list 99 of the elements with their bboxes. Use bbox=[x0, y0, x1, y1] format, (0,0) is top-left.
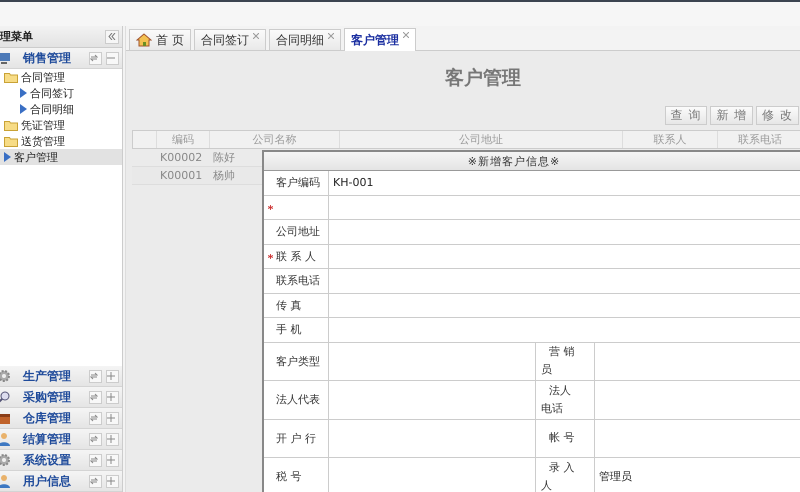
menu-title: 理菜单 bbox=[0, 29, 33, 44]
computer-icon bbox=[0, 52, 11, 64]
panel-title: 采购管理 bbox=[23, 388, 72, 406]
refresh-button[interactable] bbox=[89, 390, 102, 404]
refresh-button[interactable] bbox=[89, 474, 102, 488]
panel-header[interactable]: 采购管理 bbox=[0, 387, 122, 408]
panel-title: 销售管理 bbox=[23, 50, 72, 66]
panel-title: 用户信息 bbox=[23, 472, 72, 490]
column-header: 公司地址 bbox=[340, 131, 623, 148]
plus-icon bbox=[107, 414, 115, 422]
field-label: 客户编码 bbox=[276, 175, 321, 190]
plus-icon bbox=[107, 456, 115, 464]
panel-header[interactable]: 结算管理 bbox=[0, 429, 122, 450]
folder-icon bbox=[4, 72, 18, 82]
column-header: 联系人 bbox=[623, 131, 718, 148]
collapse-sidebar-button[interactable] bbox=[105, 30, 119, 44]
column-header: 编码 bbox=[157, 131, 210, 148]
collapse-button[interactable] bbox=[106, 52, 119, 64]
gear-icon bbox=[0, 369, 11, 383]
expand-button[interactable] bbox=[106, 370, 119, 382]
user-icon bbox=[0, 432, 11, 446]
plus-icon bbox=[107, 435, 115, 443]
close-icon bbox=[252, 33, 259, 39]
panel-header[interactable]: 销售管理 bbox=[0, 48, 122, 69]
tab[interactable]: 合同明细 bbox=[268, 29, 341, 50]
expand-button[interactable] bbox=[106, 454, 119, 466]
expand-button[interactable] bbox=[106, 432, 119, 446]
field-label: 法人电话 bbox=[541, 382, 572, 417]
page-title: 客户管理 bbox=[444, 66, 522, 91]
expand-button[interactable] bbox=[106, 412, 119, 424]
refresh-button[interactable] bbox=[89, 370, 102, 382]
field-label: 法人代表 bbox=[276, 392, 321, 408]
field-label: 客户类型 bbox=[276, 354, 321, 369]
toolbar-button[interactable]: 查 询 bbox=[664, 106, 708, 125]
panel-header[interactable]: 用户信息 bbox=[0, 471, 122, 492]
refresh-icon bbox=[90, 456, 98, 464]
dialog-title: ※新增客户信息※ bbox=[468, 154, 560, 168]
table-cell: K00002 bbox=[160, 151, 202, 164]
field-label: 公司地址 bbox=[276, 224, 321, 240]
input-field[interactable]: 管理员 bbox=[595, 458, 800, 492]
expand-button[interactable] bbox=[106, 390, 119, 404]
triangle-icon bbox=[4, 152, 11, 162]
plus-icon bbox=[107, 477, 115, 485]
expand-button[interactable] bbox=[106, 474, 119, 488]
toolbar-button[interactable]: 修 改 bbox=[756, 106, 799, 125]
panel-title: 系统设置 bbox=[23, 452, 72, 468]
close-icon bbox=[402, 32, 409, 38]
table-cell: 杨帅 bbox=[213, 168, 235, 183]
double-chevron-icon bbox=[108, 33, 116, 40]
table-cell: K00001 bbox=[160, 169, 202, 182]
column-header: 联系电话 bbox=[718, 131, 800, 148]
refresh-icon bbox=[90, 393, 98, 401]
box-icon bbox=[0, 412, 11, 424]
close-icon bbox=[328, 33, 334, 39]
table-cell: 陈好 bbox=[213, 150, 235, 165]
tree-item[interactable]: 凭证管理 bbox=[0, 117, 122, 133]
refresh-icon bbox=[90, 372, 98, 380]
magnifier-icon bbox=[0, 390, 11, 404]
panel-header[interactable]: 生产管理 bbox=[0, 366, 122, 387]
panel-title: 生产管理 bbox=[23, 368, 72, 384]
plus-icon bbox=[107, 393, 115, 401]
field-label: 录 入人 bbox=[541, 460, 576, 492]
refresh-button[interactable] bbox=[89, 52, 102, 64]
field-label: 开 户 行 bbox=[276, 430, 317, 446]
field-label: 营 销员 bbox=[541, 344, 576, 378]
plus-icon bbox=[107, 372, 115, 380]
refresh-icon bbox=[90, 435, 98, 443]
tab[interactable]: 首 页 bbox=[129, 29, 191, 50]
refresh-button[interactable] bbox=[89, 412, 102, 424]
tree-item[interactable]: 合同签订 bbox=[0, 85, 122, 101]
house-icon bbox=[136, 33, 152, 47]
tree-item[interactable]: 客户管理 bbox=[0, 149, 122, 165]
tree-item[interactable]: 合同明细 bbox=[0, 101, 122, 117]
folder-icon bbox=[4, 136, 18, 146]
field-label: 联系电话 bbox=[276, 273, 321, 288]
refresh-button[interactable] bbox=[89, 454, 102, 466]
tree-item[interactable]: 合同管理 bbox=[0, 69, 122, 85]
refresh-icon bbox=[90, 477, 98, 485]
panel-header[interactable]: 仓库管理 bbox=[0, 408, 122, 429]
tree-item[interactable]: 送货管理 bbox=[0, 133, 122, 149]
tab[interactable]: 客户管理 bbox=[344, 28, 416, 51]
refresh-button[interactable] bbox=[89, 432, 102, 446]
gear-icon bbox=[0, 453, 11, 467]
field-label: 税 号 bbox=[276, 469, 302, 484]
field-label: 帐 号 bbox=[548, 430, 576, 446]
panel-header[interactable]: 系统设置 bbox=[0, 450, 122, 471]
panel-title: 结算管理 bbox=[23, 430, 72, 448]
refresh-icon bbox=[90, 54, 98, 62]
folder-icon bbox=[4, 120, 18, 130]
refresh-icon bbox=[90, 414, 98, 422]
field-label: 传 真 bbox=[276, 298, 302, 313]
column-header: 公司名称 bbox=[210, 131, 340, 148]
toolbar-button[interactable]: 新 增 bbox=[710, 106, 754, 125]
input-field[interactable]: KH-001 bbox=[329, 171, 800, 194]
panel-title: 仓库管理 bbox=[23, 410, 72, 426]
field-label: 联 系 人 bbox=[276, 248, 317, 264]
field-label: 手 机 bbox=[276, 322, 302, 338]
tab[interactable]: 合同签订 bbox=[194, 29, 266, 50]
user-icon bbox=[0, 474, 11, 488]
